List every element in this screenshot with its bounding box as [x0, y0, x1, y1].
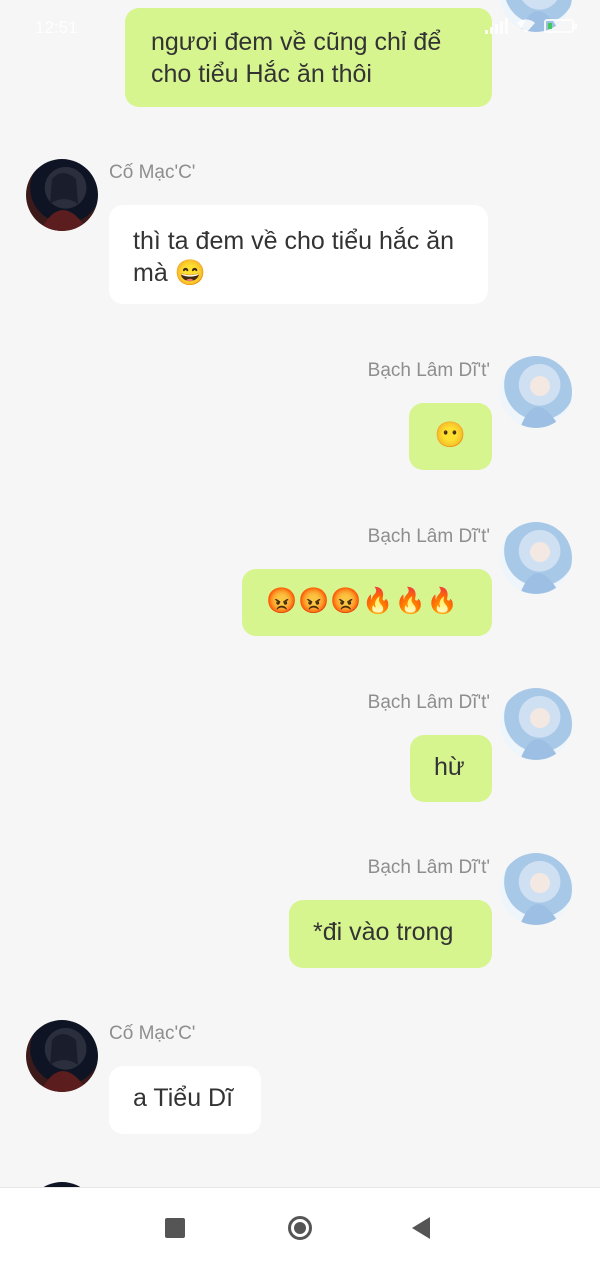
battery-icon	[544, 19, 577, 33]
my-avatar[interactable]	[500, 688, 572, 760]
sender-name: Bạch Lâm Dĩ't'	[367, 857, 490, 878]
chat-area[interactable]: ngươi đem về cũng chỉ để cho tiểu Hắc ăn…	[0, 0, 600, 1187]
message-bubble[interactable]: 😡😡😡🔥🔥🔥	[242, 569, 492, 636]
message-text: 😡😡😡🔥🔥🔥	[266, 587, 459, 615]
wifi-icon	[517, 19, 535, 33]
status-icons	[485, 18, 577, 34]
signal-icon	[485, 18, 508, 34]
message-bubble[interactable]: *đi vào trong	[289, 900, 492, 968]
other-avatar[interactable]	[26, 1020, 98, 1092]
message-text: thì ta đem về cho tiểu hắc ăn mà 😄	[133, 227, 455, 287]
message-text: *đi vào trong	[313, 918, 454, 946]
my-avatar[interactable]	[500, 356, 572, 428]
home-icon[interactable]	[284, 1212, 316, 1244]
message-text: 😶	[434, 421, 467, 449]
sender-name: Bạch Lâm Dĩ't'	[367, 360, 490, 381]
my-avatar[interactable]	[500, 853, 572, 925]
sender-name: Bạch Lâm Dĩ't'	[367, 692, 490, 713]
message-text: a Tiểu Dĩ	[133, 1084, 234, 1112]
back-icon[interactable]	[405, 1212, 437, 1244]
sender-name: Bạch Lâm Dĩ't'	[367, 526, 490, 547]
my-avatar[interactable]	[500, 522, 572, 594]
status-bar: 12:51	[0, 0, 600, 56]
message-text: hừ	[434, 753, 465, 781]
other-avatar[interactable]	[26, 159, 98, 231]
message-bubble[interactable]: a Tiểu Dĩ	[109, 1066, 261, 1134]
message-bubble[interactable]: 😶	[409, 403, 492, 470]
message-bubble[interactable]: thì ta đem về cho tiểu hắc ăn mà 😄	[109, 205, 488, 304]
navigation-bar	[0, 1187, 600, 1268]
sender-name: Cố Mạc'C'	[109, 162, 196, 183]
status-time: 12:51	[35, 18, 78, 37]
sender-name: Cố Mạc'C'	[109, 1023, 196, 1044]
recent-apps-icon[interactable]	[159, 1212, 191, 1244]
message-bubble[interactable]: hừ	[410, 735, 492, 802]
